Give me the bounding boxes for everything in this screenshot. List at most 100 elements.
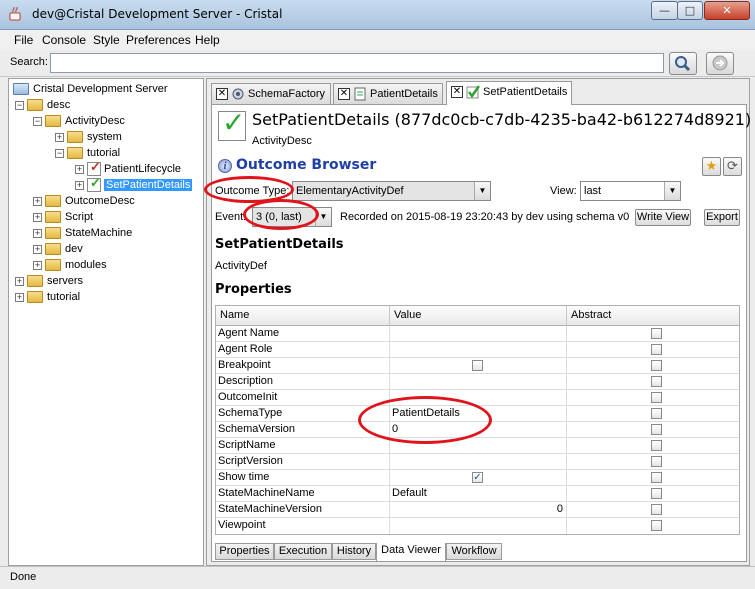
expand-icon[interactable]: + xyxy=(15,292,24,302)
table-row[interactable]: StateMachineName Default xyxy=(216,486,739,502)
expand-icon[interactable]: + xyxy=(75,180,84,190)
expand-icon[interactable]: + xyxy=(33,244,42,254)
property-value[interactable] xyxy=(390,358,567,374)
expand-icon[interactable]: + xyxy=(15,276,24,286)
abstract-checkbox[interactable] xyxy=(651,488,662,499)
collapse-icon[interactable]: − xyxy=(55,148,64,158)
expand-icon[interactable]: + xyxy=(33,260,42,270)
tree-item-setpatientdetails[interactable]: + ✓ SetPatientDetails xyxy=(75,175,193,193)
property-value[interactable]: Default xyxy=(390,486,567,502)
minimize-button[interactable]: — xyxy=(651,1,678,20)
view-select[interactable]: last ▼ xyxy=(580,181,681,201)
tree-item-tutorial-root[interactable]: + tutorial xyxy=(15,289,80,305)
tab-history[interactable]: History xyxy=(332,543,376,560)
tab-execution[interactable]: Execution xyxy=(274,543,332,560)
tree-item-tutorial[interactable]: − tutorial xyxy=(55,145,120,161)
tree-item-desc[interactable]: − desc xyxy=(15,97,70,113)
menu-file[interactable]: File xyxy=(14,33,33,47)
tab-schemafactory[interactable]: ✕ SchemaFactory xyxy=(211,83,331,105)
expand-icon[interactable]: + xyxy=(33,212,42,222)
property-value[interactable]: ✓ xyxy=(390,470,567,486)
property-value[interactable] xyxy=(390,374,567,390)
abstract-checkbox[interactable] xyxy=(651,440,662,451)
refresh-button[interactable]: ⟳ xyxy=(723,157,742,176)
property-value[interactable] xyxy=(390,390,567,406)
table-row[interactable]: Description xyxy=(216,374,739,390)
write-view-button[interactable]: Write View xyxy=(635,209,691,226)
expand-icon[interactable]: + xyxy=(75,164,84,174)
tab-data-viewer[interactable]: Data Viewer xyxy=(376,543,446,562)
show-time-checkbox[interactable]: ✓ xyxy=(472,472,483,483)
abstract-checkbox[interactable] xyxy=(651,376,662,387)
property-value[interactable] xyxy=(390,454,567,470)
tree-item-system[interactable]: + system xyxy=(55,129,122,145)
abstract-checkbox[interactable] xyxy=(651,456,662,467)
tree-item-statemachine[interactable]: + StateMachine xyxy=(33,225,132,241)
tree-item-script[interactable]: + Script xyxy=(33,209,93,225)
abstract-checkbox[interactable] xyxy=(651,392,662,403)
tab-properties[interactable]: Properties xyxy=(215,543,274,560)
menu-help[interactable]: Help xyxy=(195,33,220,47)
close-tab-icon[interactable]: ✕ xyxy=(338,88,350,101)
table-row[interactable]: OutcomeInit xyxy=(216,390,739,406)
table-row[interactable]: Show time ✓ xyxy=(216,470,739,486)
table-row[interactable]: SchemaType PatientDetails xyxy=(216,406,739,422)
menu-preferences[interactable]: Preferences xyxy=(126,33,191,47)
table-row[interactable]: SchemaVersion 0 xyxy=(216,422,739,438)
search-input[interactable] xyxy=(50,53,664,73)
column-header-name[interactable]: Name xyxy=(216,306,390,326)
table-row[interactable]: StateMachineVersion 0 xyxy=(216,502,739,518)
expand-icon[interactable]: + xyxy=(55,132,64,142)
tree-item-activitydesc[interactable]: − ActivityDesc xyxy=(33,113,125,129)
star-button[interactable]: ★ xyxy=(702,157,721,176)
tab-workflow[interactable]: Workflow xyxy=(446,543,502,560)
table-row[interactable]: Viewpoint xyxy=(216,518,739,534)
event-select[interactable]: 3 (0, last) ▼ xyxy=(252,207,332,227)
property-value[interactable]: PatientDetails xyxy=(390,406,567,422)
property-value[interactable]: 0 xyxy=(390,422,567,438)
table-row[interactable]: Agent Role xyxy=(216,342,739,358)
column-header-abstract[interactable]: Abstract xyxy=(567,306,739,326)
abstract-checkbox[interactable] xyxy=(651,360,662,371)
abstract-checkbox[interactable] xyxy=(651,328,662,339)
table-row[interactable]: ScriptVersion xyxy=(216,454,739,470)
tree-root[interactable]: Cristal Development Server xyxy=(13,81,168,97)
tab-patientdetails[interactable]: ✕ PatientDetails xyxy=(333,83,443,105)
close-window-button[interactable]: ✕ xyxy=(704,1,750,20)
menu-console[interactable]: Console xyxy=(42,33,86,47)
tree-item-outcomedesc[interactable]: + OutcomeDesc xyxy=(33,193,135,209)
tab-setpatientdetails[interactable]: ✕ SetPatientDetails xyxy=(446,81,572,105)
property-value[interactable]: 0 xyxy=(390,502,567,518)
abstract-checkbox[interactable] xyxy=(651,408,662,419)
abstract-checkbox[interactable] xyxy=(651,472,662,483)
property-value[interactable] xyxy=(390,342,567,358)
menu-style[interactable]: Style xyxy=(93,33,120,47)
column-header-value[interactable]: Value xyxy=(390,306,567,326)
table-row[interactable]: Breakpoint xyxy=(216,358,739,374)
breakpoint-checkbox[interactable] xyxy=(472,360,483,371)
property-value[interactable] xyxy=(390,438,567,454)
close-tab-icon[interactable]: ✕ xyxy=(216,88,228,101)
collapse-icon[interactable]: − xyxy=(15,100,24,110)
tree-item-modules[interactable]: + modules xyxy=(33,257,107,273)
property-value[interactable] xyxy=(390,326,567,342)
expand-icon[interactable]: + xyxy=(33,228,42,238)
table-row[interactable]: Agent Name xyxy=(216,326,739,342)
abstract-checkbox[interactable] xyxy=(651,424,662,435)
property-name: Agent Name xyxy=(216,326,390,342)
property-value[interactable] xyxy=(390,518,567,534)
go-button[interactable] xyxy=(706,52,734,75)
abstract-checkbox[interactable] xyxy=(651,344,662,355)
table-row[interactable]: ScriptName xyxy=(216,438,739,454)
close-tab-icon[interactable]: ✕ xyxy=(451,86,463,99)
tree-item-servers[interactable]: + servers xyxy=(15,273,83,289)
abstract-checkbox[interactable] xyxy=(651,504,662,515)
expand-icon[interactable]: + xyxy=(33,196,42,206)
export-button[interactable]: Export xyxy=(704,209,740,226)
tree-item-dev[interactable]: + dev xyxy=(33,241,83,257)
outcome-type-select[interactable]: ElementaryActivityDef ▼ xyxy=(292,181,491,201)
search-button[interactable] xyxy=(669,52,697,75)
maximize-button[interactable]: □ xyxy=(677,1,703,20)
abstract-checkbox[interactable] xyxy=(651,520,662,531)
collapse-icon[interactable]: − xyxy=(33,116,42,126)
